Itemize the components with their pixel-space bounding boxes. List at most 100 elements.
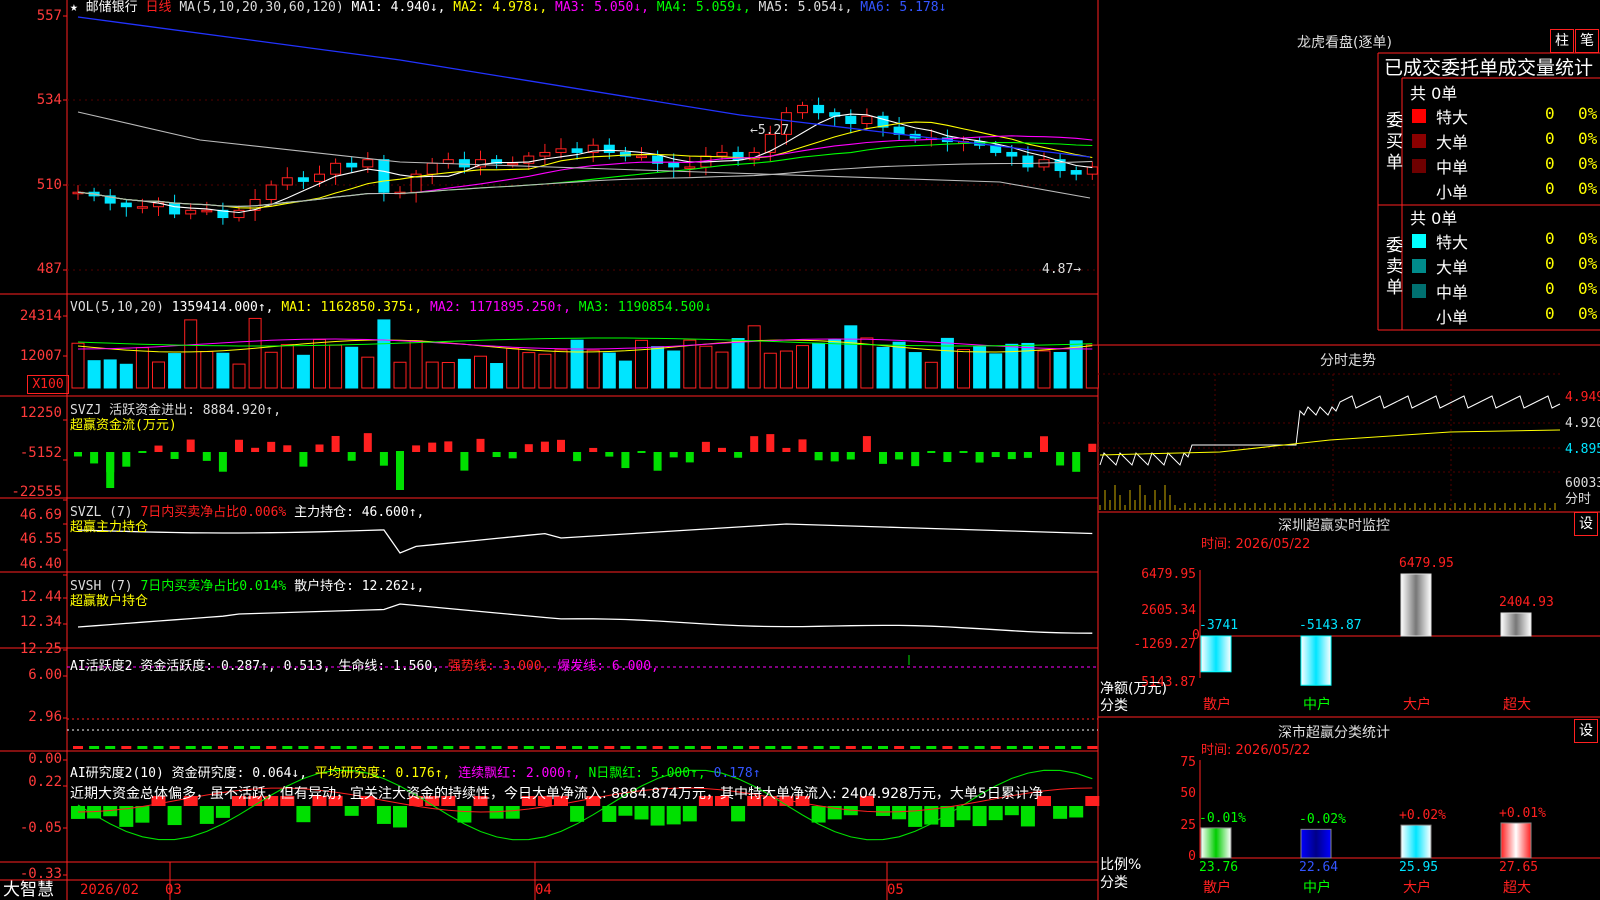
order-count: 0 [1545,129,1555,148]
activity-bar [1087,746,1098,749]
svzj-y-label: 12250 [19,405,62,421]
chart-canvas[interactable] [0,0,1600,900]
fund-flow-bar [524,444,533,452]
bar-mode-button[interactable]: 柱 [1550,29,1574,53]
candle-body [442,159,454,164]
activity-bar [459,746,470,749]
svzl-hold: 主力持仓: 46.600↑, [294,505,425,520]
intraday-unit: 分时 [1565,492,1592,507]
volume-bar [168,353,182,389]
fund-flow-bar [315,444,324,452]
volume-bar [1005,343,1019,389]
fund-flow-bar [154,445,163,452]
fund-flow-bar [750,436,759,452]
ma4-value: MA4: 5.059↓, [656,0,751,15]
order-type: 特大 [1436,108,1469,127]
order-count: 0 [1545,229,1555,248]
volume-bar [1037,350,1051,389]
order-type: 小单 [1436,183,1469,202]
order-count: 0 [1545,154,1555,173]
volume-bar [683,339,697,389]
activity-bar [717,746,727,749]
fund-flow-bar [396,452,404,490]
activity-bar [604,746,615,749]
ai-strong-line: 强势线: 3.000, [447,659,550,674]
net-amount-bar [1400,573,1432,637]
svzl-ratio: 7日内买卖净占比0.006% [140,505,287,520]
activity-bar [1022,746,1033,749]
sz-class-settings-button[interactable]: 设 [1574,719,1598,743]
activity-bar [926,746,937,749]
category-label: 大户 [1403,880,1431,896]
activity-bar [588,746,599,749]
tick-mode-button[interactable]: 笔 [1575,29,1599,53]
svsh-header: SVSH (7) 7日内买卖净占比0.014% 散户持仓: 12.262↓, [70,579,424,595]
ma3-value: MA3: 5.050↓, [555,0,649,15]
activity-bar [105,746,116,749]
volume-bar [651,346,665,389]
candle-body [845,115,857,125]
svzl-y-label: 46.55 [19,531,62,547]
svzj-sub: 超赢资金流(万元) [70,418,177,433]
volume-bar [474,355,487,389]
activity-bar [169,746,180,749]
legend-swatch-icon [1412,259,1426,273]
volume-bar [329,344,343,389]
volume-bar [296,354,310,389]
candle-body [426,162,438,175]
svzl-label: SVZL (7) [70,505,133,520]
ai-burst-line: 爆发线: 6.000, [557,659,659,674]
fund-flow-bar [862,436,871,452]
buy-order-row: 大单 0 0% [1410,129,1600,153]
order-percent: 0% [1578,129,1598,148]
ai-research-avg: 平均研究度: 0.176↑, [314,766,451,781]
volume-bar [313,339,326,389]
sz-monitor-axis-title: 净额(万元) [1100,681,1167,697]
legend-swatch-icon [1412,109,1426,123]
order-count: 0 [1545,254,1555,273]
fund-flow-bar [1056,452,1065,466]
svzl-y-label: 46.69 [19,507,62,523]
sz-monitor-settings-button[interactable]: 设 [1574,512,1598,536]
activity-bar [781,746,792,749]
order-stats-title: 已成交委托单成交量统计 [1384,57,1594,79]
volume-bar [457,358,471,389]
vol-unit-badge[interactable]: X100 [27,375,69,394]
svsh-hold: 散户持仓: 12.262↓, [294,579,425,594]
fund-flow-bar [975,452,984,463]
volume-bar [522,352,536,389]
volume-bar [860,337,874,389]
fund-flow-bar [428,442,437,452]
activity-bar [395,746,405,749]
ratio-bar [1400,824,1432,859]
sz-class-y-label: 25 [1180,818,1196,833]
fund-flow-bar [685,452,694,463]
volume-bar [71,342,85,389]
activity-bar [411,746,422,749]
fund-flow-bar [814,452,823,461]
svzl-sub: 超赢主力持仓 [70,520,149,535]
order-count: 0 [1545,104,1555,123]
volume-bar [441,361,455,389]
ma-line-30 [77,142,1093,207]
stock-name[interactable]: 邮储银行 [86,0,138,15]
fund-flow-bar [718,447,726,452]
intraday-y-label: 4.920 [1565,416,1600,431]
period-label[interactable]: 日线 [146,0,172,15]
activity-bar [749,746,760,749]
volume-bar [731,338,745,389]
research-bar [1004,806,1019,816]
activity-bar [298,746,309,749]
candle-body [136,206,148,209]
sz-class-axis-title: 比例% [1100,857,1142,873]
fund-flow-bar [895,452,904,460]
candle-body [539,151,551,157]
legend-swatch-icon [1412,309,1426,323]
fund-flow-bar [235,439,243,452]
star-icon[interactable]: ★ [70,0,78,15]
research-bar [135,806,150,823]
activity-bar [1071,746,1082,749]
candle-body [813,104,825,114]
volume-bar [892,341,906,389]
order-percent: 0% [1578,104,1598,123]
